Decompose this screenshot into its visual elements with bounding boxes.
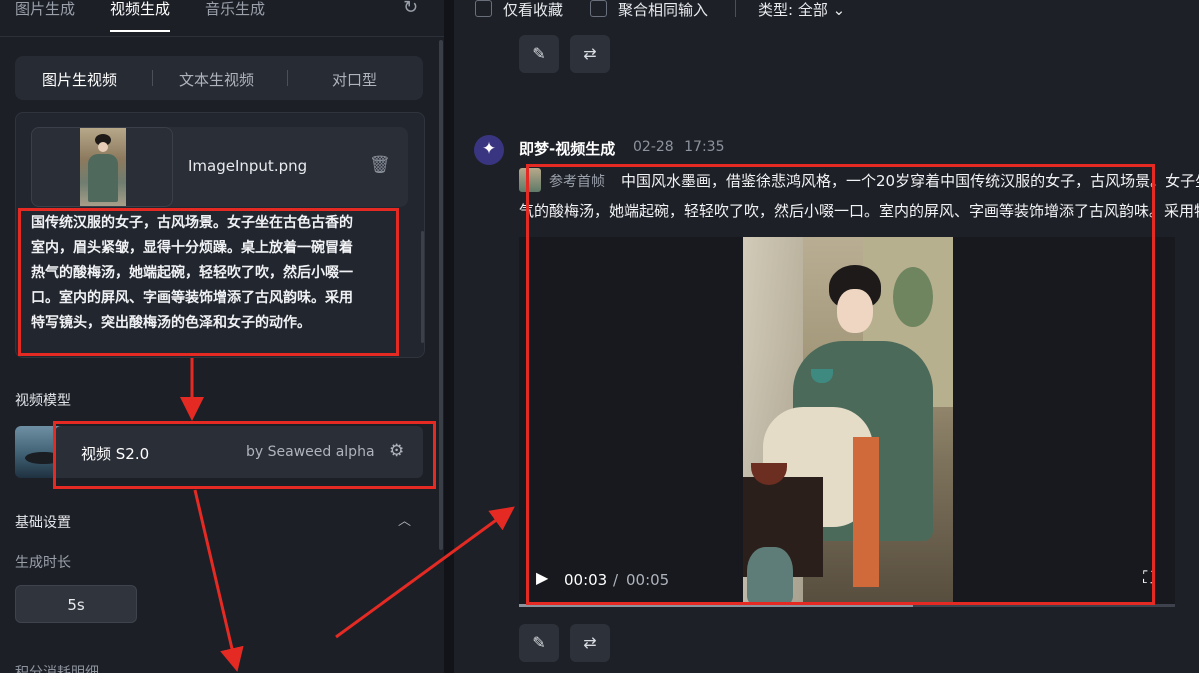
type-filter-label: 类型: 全部 [758,1,828,19]
model-highlight-box [53,421,436,489]
tab-divider [152,70,153,86]
tab-music-generation[interactable]: 音乐生成 [205,0,265,19]
tab-lip-sync[interactable]: 对口型 [332,69,377,90]
video-model-label: 视频模型 [15,393,71,409]
duration-label: 生成时长 [15,555,71,571]
favorites-checkbox[interactable] [475,0,492,17]
generation-tabs: 图片生成 视频生成 音乐生成 ↻ [0,0,444,37]
prompt-highlight-box [18,208,399,356]
duration-value: 5s [67,596,85,614]
regenerate-icon: ⇄ [583,633,597,652]
video-highlight-box [526,164,1155,605]
video-mode-tabs: 图片生视频 文本生视频 对口型 [15,56,423,100]
edit-icon: ✎ [532,44,546,63]
edit-button[interactable]: ✎ [519,624,559,662]
panel-divider[interactable] [444,0,454,673]
tab-video-generation[interactable]: 视频生成 [110,0,171,32]
message-date: 02-28 [633,139,674,155]
message-time: 17:35 [684,139,725,155]
image-filename: ImageInput.png [188,157,308,175]
thumbnail-image [80,128,126,206]
merge-same-input-label[interactable]: 聚合相同输入 [618,0,708,20]
uploaded-image-thumbnail[interactable] [31,127,173,207]
credit-cost-label: 积分消耗明细 [15,665,99,673]
merge-checkbox[interactable] [590,0,607,17]
uploaded-image-row[interactable]: ImageInput.png 🗑 [31,127,408,207]
edit-icon: ✎ [532,633,546,652]
chevron-down-icon: ⌄ [832,1,846,19]
regenerate-button[interactable]: ⇄ [570,35,610,73]
regenerate-icon: ⇄ [583,44,597,63]
duration-select[interactable]: 5s [15,585,137,623]
trash-icon[interactable]: 🗑 [369,155,391,175]
filter-divider [735,0,736,17]
message-timestamp: 02-28 17:35 [633,139,725,155]
assistant-avatar: ✦ [474,135,504,165]
basic-settings-label: 基础设置 [15,515,71,531]
tab-divider [287,70,288,86]
favorites-only-label[interactable]: 仅看收藏 [503,0,563,20]
tab-image-to-video[interactable]: 图片生视频 [42,69,117,90]
prompt-scrollbar[interactable] [421,231,424,343]
type-filter-dropdown[interactable]: 类型: 全部 ⌄ [758,0,845,20]
left-panel-scrollbar[interactable] [439,40,443,550]
sparkle-icon: ✦ [481,139,497,159]
refresh-icon[interactable]: ↻ [403,0,418,18]
tab-image-generation[interactable]: 图片生成 [15,0,75,19]
tab-text-to-video[interactable]: 文本生视频 [179,69,254,90]
chevron-up-icon[interactable]: ︿ [398,510,411,529]
regenerate-button[interactable]: ⇄ [570,624,610,662]
message-title: 即梦-视频生成 [519,140,616,158]
edit-button[interactable]: ✎ [519,35,559,73]
